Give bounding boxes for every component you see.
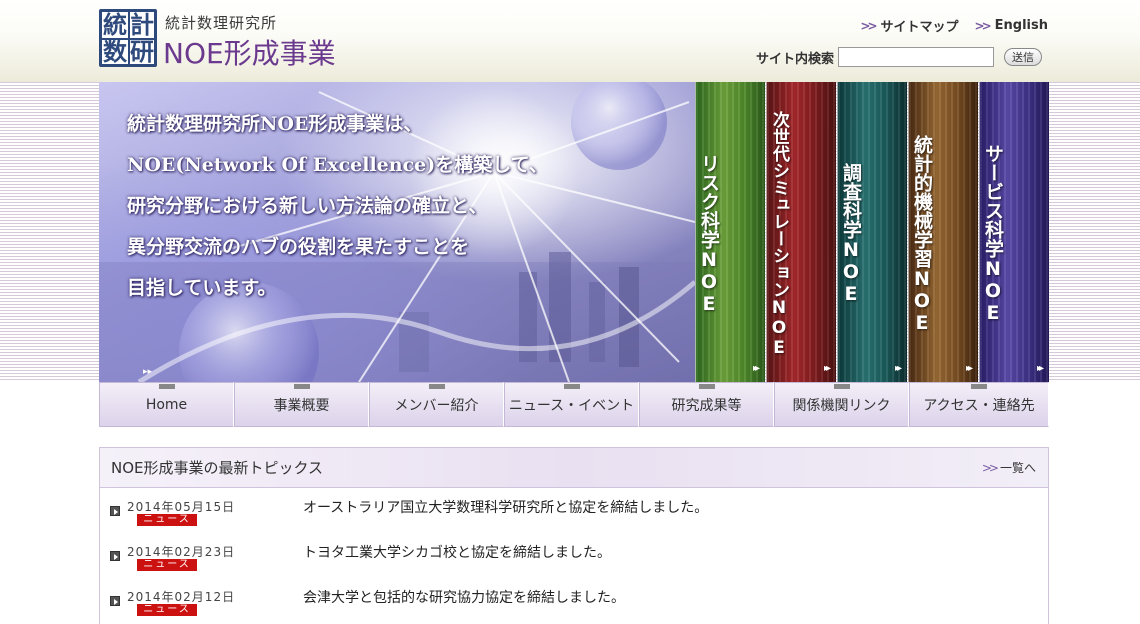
hero-line: 研究分野における新しい方法論の確立と、: [127, 195, 488, 217]
hero-arrow-icon: ▸▸: [143, 367, 153, 377]
arrow-icon: ▸▸: [823, 363, 831, 374]
double-chevron-icon: >>: [981, 460, 999, 475]
latest-topics-panel: NOE形成事業の最新トピックス >> 一覧へ 2014年05月15日 ニュース …: [99, 447, 1049, 624]
utility-links: >> サイトマップ >> English: [860, 16, 1048, 35]
english-link[interactable]: >> English: [975, 16, 1048, 35]
banner-service-science-noe[interactable]: サービス科学NOE ▸▸: [979, 82, 1049, 382]
nav-label: メンバー紹介: [394, 397, 479, 414]
arrow-icon: ▸▸: [965, 363, 973, 374]
main-nav: Home 事業概要 メンバー紹介 ニュース・イベント 研究成果等 関係機関リンク…: [99, 382, 1049, 427]
banner-label: 統計的機械学習NOE: [911, 134, 933, 334]
hero-message: 統計数理研究所NOE形成事業は、 NOE(Network Of Excellen…: [127, 104, 687, 309]
news-category-badge: ニュース: [137, 604, 197, 616]
search-label: サイト内検索: [756, 51, 835, 67]
double-chevron-icon: >>: [974, 18, 992, 33]
news-item[interactable]: 2014年05月15日 ニュース オーストラリア国立大学数理科学研究所と協定を締…: [100, 488, 1048, 533]
nav-overview[interactable]: 事業概要: [234, 382, 369, 427]
topics-header: NOE形成事業の最新トピックス >> 一覧へ: [100, 448, 1048, 488]
bullet-arrow-icon: [110, 506, 120, 516]
tab-marker: [833, 384, 850, 389]
nav-label: 事業概要: [273, 397, 330, 414]
logo-char: 研: [130, 37, 154, 66]
sitemap-link-label: サイトマップ: [880, 20, 959, 35]
banner-label: リスク科学NOE: [698, 153, 720, 315]
logo-char: 数: [103, 37, 127, 66]
bullet-arrow-icon: [110, 596, 120, 606]
hero-line: 異分野交流のハブの役割を果たすことを: [127, 236, 470, 258]
nav-members[interactable]: メンバー紹介: [369, 382, 504, 427]
bullet-arrow-icon: [110, 551, 120, 561]
banner-machine-learning-noe[interactable]: 統計的機械学習NOE ▸▸: [908, 82, 978, 382]
nav-label: Home: [145, 396, 188, 413]
search-submit-button[interactable]: 送信: [1004, 48, 1043, 66]
tab-marker: [428, 384, 445, 389]
arrow-icon: ▸▸: [752, 363, 760, 374]
news-date: 2014年02月23日: [127, 545, 236, 559]
nav-related-links[interactable]: 関係機関リンク: [774, 382, 909, 427]
topics-more-link[interactable]: >> 一覧へ: [982, 459, 1036, 476]
english-link-label: English: [994, 18, 1048, 33]
topics-more-label: 一覧へ: [999, 461, 1036, 475]
institute-name: 統計数理研究所: [165, 14, 278, 32]
hero-line: NOE(Network Of Excellence)を構築して、: [127, 154, 548, 176]
nav-label: ニュース・イベント: [508, 397, 635, 414]
hero-image: ▸▸ 統計数理研究所NOE形成事業は、 NOE(Network Of Excel…: [99, 82, 695, 382]
arrow-icon: ▸▸: [1036, 363, 1044, 374]
banner-label: 調査科学NOE: [840, 163, 862, 305]
news-item[interactable]: 2014年02月23日 ニュース トヨタ工業大学シカゴ校と協定を締結しました。: [100, 533, 1048, 578]
tab-marker: [698, 384, 715, 389]
topics-title: NOE形成事業の最新トピックス: [111, 459, 324, 477]
news-date: 2014年05月15日: [127, 500, 236, 514]
news-headline[interactable]: トヨタ工業大学シカゴ校と協定を締結しました。: [303, 542, 611, 562]
arrow-icon: ▸▸: [894, 363, 902, 374]
nav-results[interactable]: 研究成果等: [639, 382, 774, 427]
news-category-badge: ニュース: [137, 514, 197, 526]
nav-news-events[interactable]: ニュース・イベント: [504, 382, 639, 427]
news-item[interactable]: 2014年02月12日 ニュース 会津大学と包括的な研究協力協定を締結しました。: [100, 578, 1048, 623]
banner-label: 次世代シミュレーションNOE: [769, 110, 789, 358]
logo-char: 統: [103, 10, 127, 39]
banner-simulation-noe[interactable]: 次世代シミュレーションNOE ▸▸: [766, 82, 836, 382]
banner-survey-science-noe[interactable]: 調査科学NOE ▸▸: [837, 82, 907, 382]
hero-line: 統計数理研究所NOE形成事業は、: [127, 113, 423, 135]
nav-label: 関係機関リンク: [792, 397, 891, 414]
banner-label: サービス科学NOE: [982, 144, 1004, 324]
banner-risk-science-noe[interactable]: リスク科学NOE ▸▸: [695, 82, 765, 382]
double-chevron-icon: >>: [860, 18, 877, 33]
news-category-badge: ニュース: [137, 559, 197, 571]
nav-label: 研究成果等: [671, 397, 742, 414]
site-logo[interactable]: 統 計 数 研 統計数理研究所 NOE形成事業: [99, 9, 359, 71]
site-search: サイト内検索 送信: [756, 47, 1043, 67]
nav-home[interactable]: Home: [99, 382, 234, 427]
nav-label: アクセス・連絡先: [923, 397, 1035, 414]
search-input[interactable]: [838, 47, 995, 67]
project-title: NOE形成事業: [163, 37, 336, 70]
nav-access-contact[interactable]: アクセス・連絡先: [909, 382, 1049, 427]
news-headline[interactable]: オーストラリア国立大学数理科学研究所と協定を締結しました。: [303, 497, 708, 517]
logo-mark-icon: 統 計 数 研: [99, 9, 157, 67]
tab-marker: [158, 384, 175, 389]
tab-marker: [563, 384, 580, 389]
sitemap-link[interactable]: >> サイトマップ: [860, 16, 959, 36]
logo-char: 計: [130, 10, 154, 39]
news-date: 2014年02月12日: [127, 590, 236, 604]
tab-marker: [293, 384, 310, 389]
hero-line: 目指しています。: [127, 277, 277, 299]
tab-marker: [971, 384, 987, 389]
news-headline[interactable]: 会津大学と包括的な研究協力協定を締結しました。: [303, 587, 625, 607]
